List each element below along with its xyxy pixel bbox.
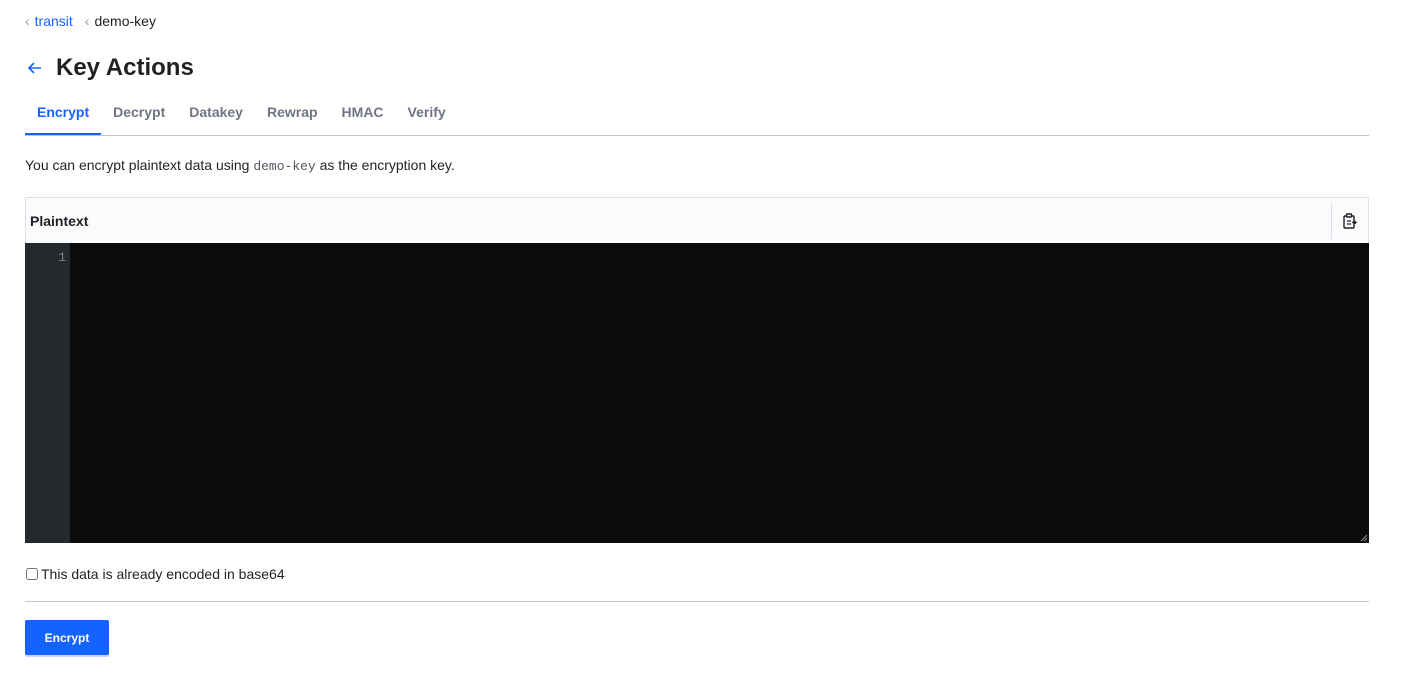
tab-verify[interactable]: Verify xyxy=(396,92,458,135)
breadcrumb: ‹ transit ‹ demo-key xyxy=(25,13,156,29)
line-number-gutter: 1 xyxy=(25,243,70,543)
chevron-left-icon: ‹ xyxy=(84,13,90,29)
key-name: demo-key xyxy=(253,159,316,174)
tab-decrypt[interactable]: Decrypt xyxy=(101,92,177,135)
arrow-left-icon[interactable] xyxy=(27,58,52,79)
plaintext-editor: Plaintext 1 xyxy=(25,197,1369,543)
page-header: Key Actions xyxy=(25,54,194,82)
tab-hmac[interactable]: HMAC xyxy=(330,92,396,135)
base64-checkbox-label: This data is already encoded in base64 xyxy=(41,566,285,582)
breadcrumb-item-transit: ‹ transit xyxy=(25,13,73,29)
description-text-before: You can encrypt plaintext data using xyxy=(25,157,254,173)
divider xyxy=(25,601,1369,602)
action-tabs: Encrypt Decrypt Datakey Rewrap HMAC Veri… xyxy=(25,92,1369,136)
tab-datakey[interactable]: Datakey xyxy=(177,92,255,135)
code-input-area[interactable] xyxy=(70,243,1369,543)
breadcrumb-link-transit[interactable]: transit xyxy=(35,13,73,29)
clipboard-copy-icon xyxy=(1343,212,1357,229)
chevron-left-icon: ‹ xyxy=(25,13,30,29)
resize-handle-icon[interactable] xyxy=(1360,534,1368,542)
page: ‹ transit ‹ demo-key Key Actions Encrypt… xyxy=(0,0,1415,673)
line-number: 1 xyxy=(58,250,66,265)
description: You can encrypt plaintext data using dem… xyxy=(25,157,455,174)
editor-header: Plaintext xyxy=(26,198,1368,243)
description-text-after: as the encryption key. xyxy=(315,157,455,173)
page-title: Key Actions xyxy=(56,54,194,81)
breadcrumb-current: demo-key xyxy=(94,13,156,29)
encrypt-button[interactable]: Encrypt xyxy=(25,620,109,655)
breadcrumb-item-demo-key: ‹ demo-key xyxy=(85,13,156,29)
base64-checkbox[interactable] xyxy=(26,568,38,580)
tab-rewrap[interactable]: Rewrap xyxy=(255,92,330,135)
editor-label: Plaintext xyxy=(30,212,89,229)
tab-encrypt[interactable]: Encrypt xyxy=(25,92,102,135)
code-editor[interactable]: 1 xyxy=(25,243,1369,543)
base64-option: This data is already encoded in base64 xyxy=(25,566,285,582)
copy-button[interactable] xyxy=(1331,202,1368,239)
